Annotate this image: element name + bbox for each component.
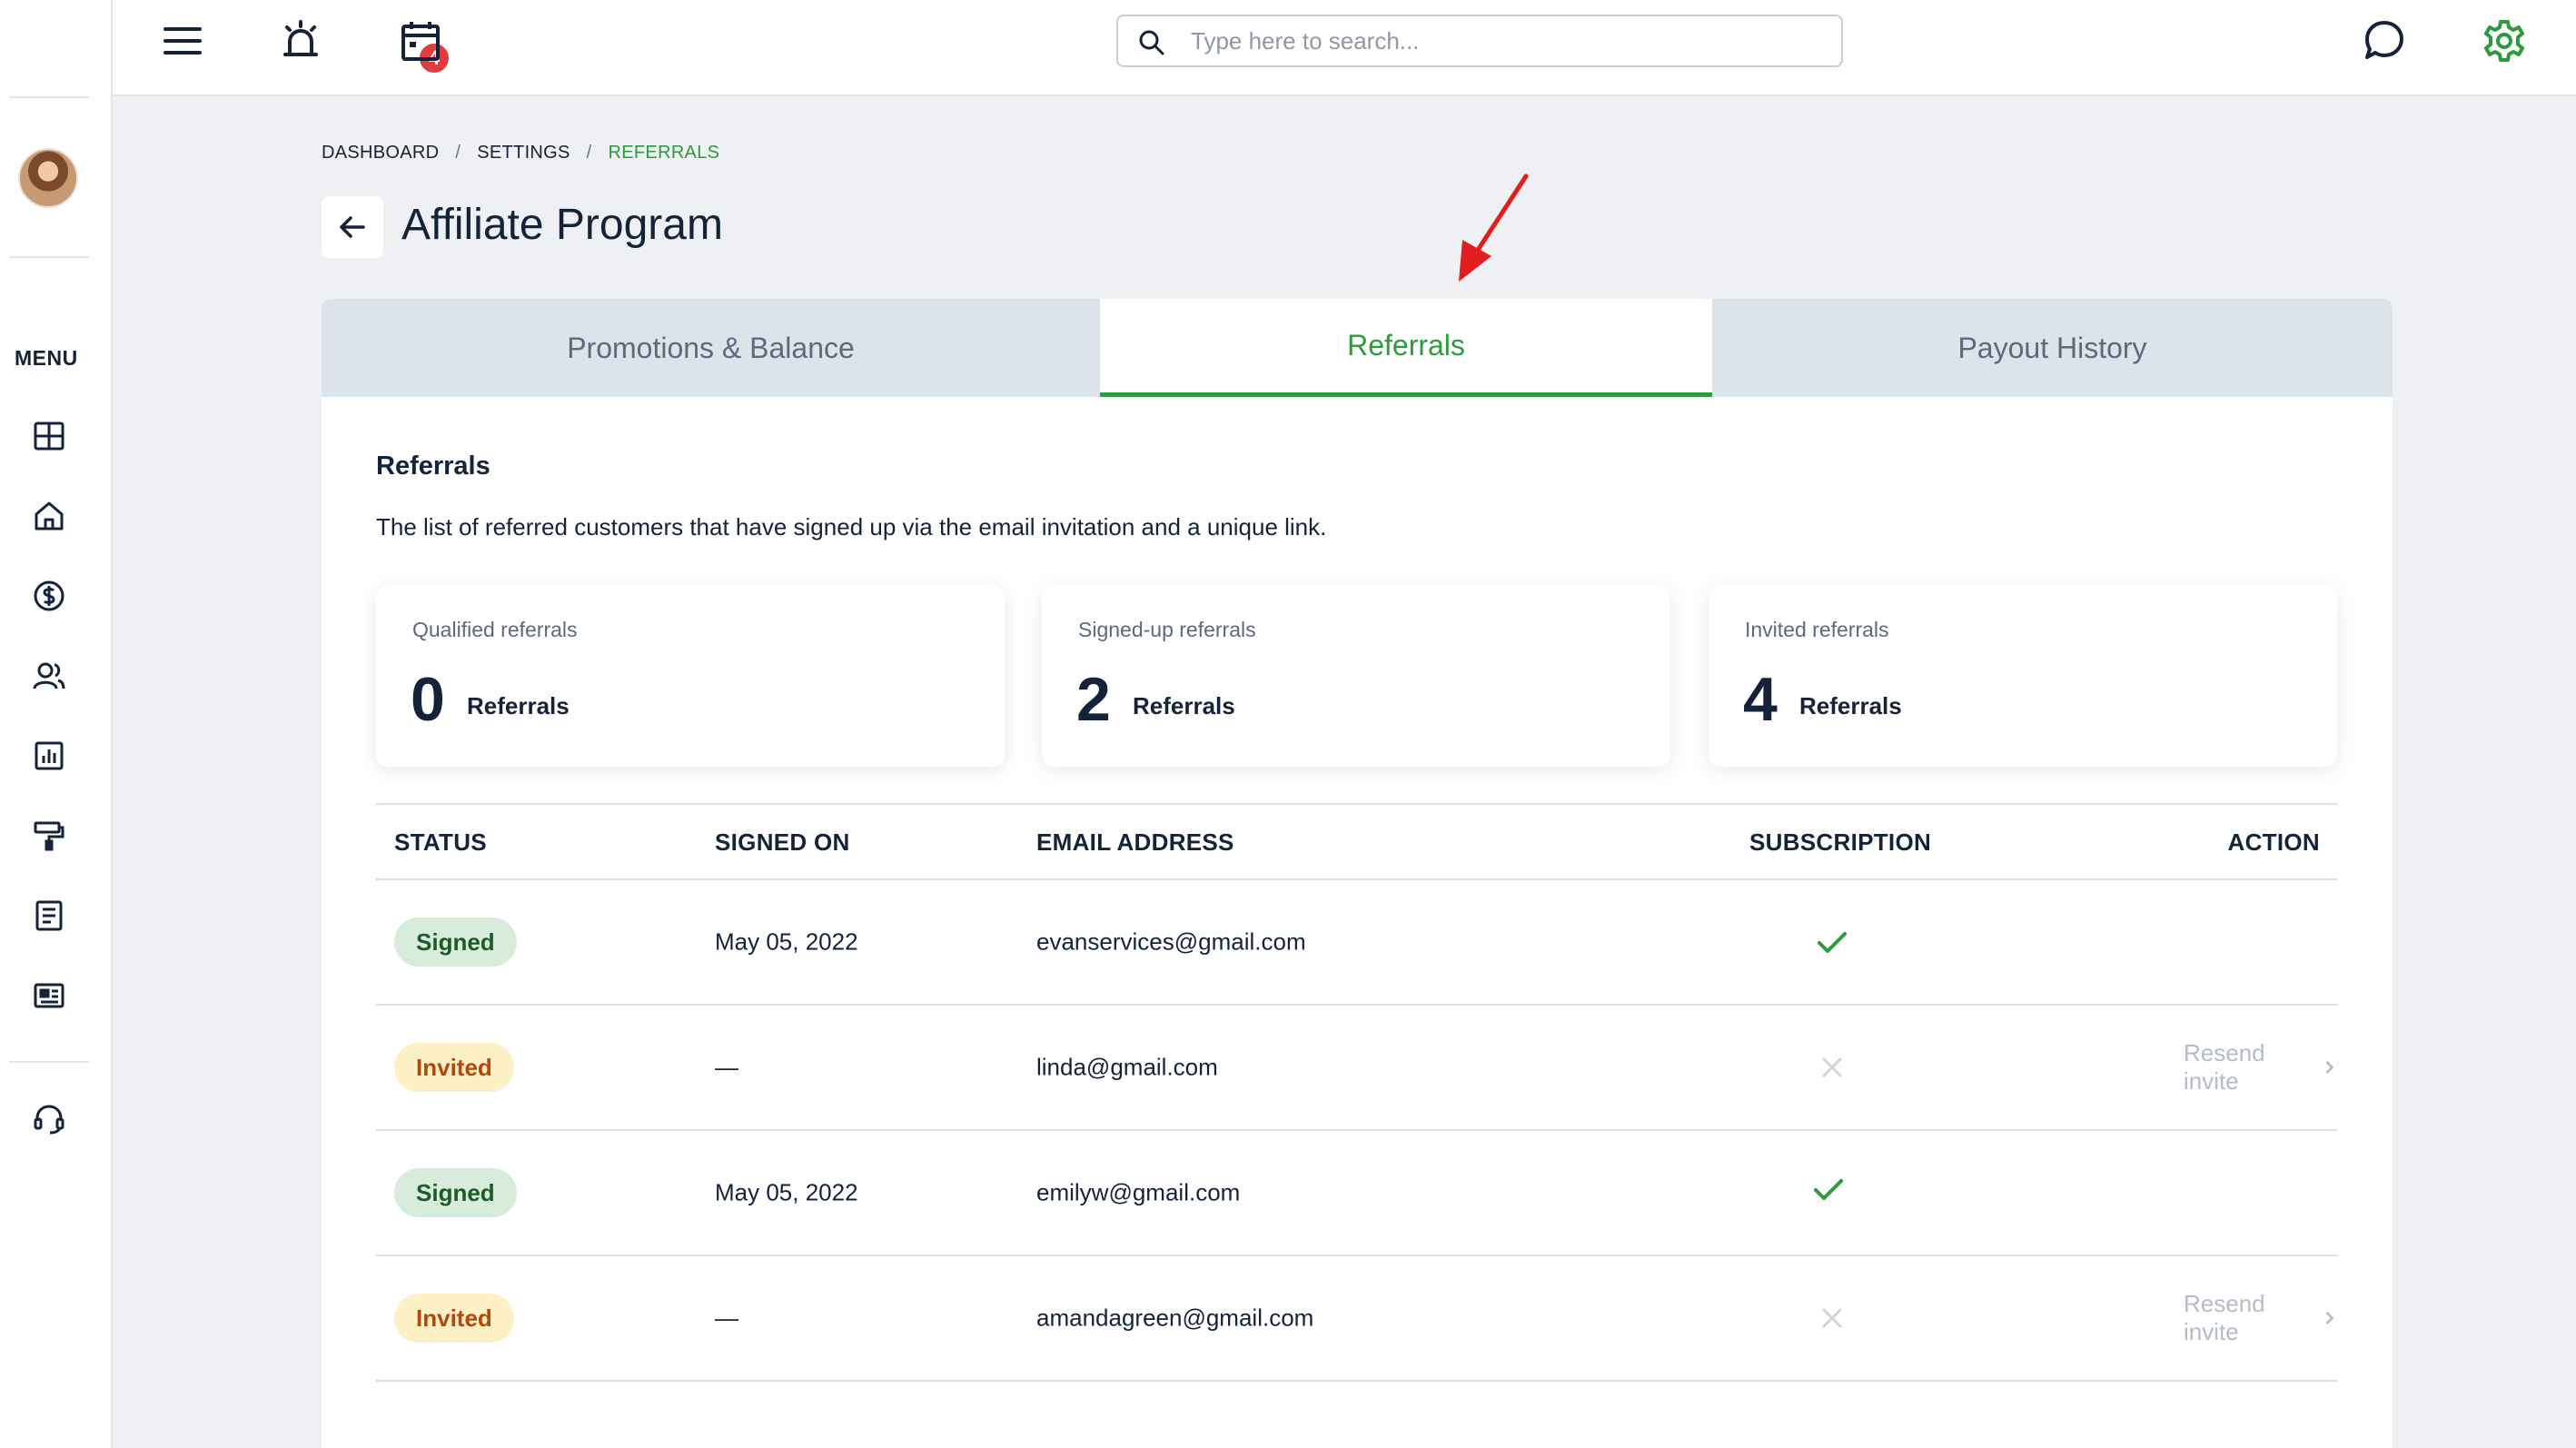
- breadcrumb-item-settings[interactable]: SETTINGS: [477, 143, 570, 164]
- top-bar: 4: [113, 0, 2576, 96]
- search-icon: [1139, 30, 1164, 55]
- referrals-card: Promotions & Balance Referrals Payout Hi…: [322, 299, 2393, 1448]
- table-row: Signed May 05, 2022 evanservices@gmail.c…: [376, 880, 2338, 1006]
- stat-unit: Referrals: [467, 692, 570, 719]
- avatar[interactable]: [18, 148, 78, 208]
- close-x-icon: [1822, 1057, 1842, 1077]
- sidebar-divider: [9, 1061, 89, 1063]
- column-header-subscription: SUBSCRIPTION: [1749, 828, 1932, 856]
- sidebar: MENU: [0, 0, 113, 1448]
- arrow-left-icon: [340, 216, 365, 238]
- hamburger-menu-icon[interactable]: [160, 18, 205, 64]
- signed-on-cell: May 05, 2022: [715, 1178, 858, 1206]
- tab-payout-history[interactable]: Payout History: [1712, 299, 2393, 397]
- chat-bubble-icon[interactable]: [2362, 18, 2407, 64]
- column-header-signed-on: SIGNED ON: [715, 828, 850, 856]
- resend-invite-label: Resend invite: [2184, 1290, 2265, 1345]
- column-header-status: STATUS: [394, 828, 487, 856]
- menu-label: MENU: [15, 346, 78, 370]
- status-badge: Invited: [394, 1043, 514, 1092]
- section-title: Referrals: [376, 451, 490, 481]
- stat-value: 2: [1076, 665, 1111, 734]
- dashboard-grid-icon[interactable]: [31, 418, 67, 454]
- alarm-bell-icon[interactable]: [278, 18, 323, 64]
- stat-unit: Referrals: [1799, 692, 1902, 719]
- sidebar-divider: [9, 256, 89, 258]
- column-header-email: EMAIL ADDRESS: [1036, 828, 1234, 856]
- resend-invite-link[interactable]: Resend invite: [2184, 1039, 2338, 1096]
- annotation-arrow-icon: [1459, 174, 1529, 282]
- id-card-icon[interactable]: [31, 977, 67, 1014]
- status-badge: Invited: [394, 1294, 514, 1343]
- sidebar-divider: [9, 96, 89, 98]
- resend-invite-link[interactable]: Resend invite: [2184, 1290, 2338, 1346]
- breadcrumb-separator: /: [455, 143, 461, 163]
- tab-referrals[interactable]: Referrals: [1100, 299, 1712, 397]
- dollar-icon[interactable]: [31, 578, 67, 614]
- paint-roller-icon[interactable]: [31, 818, 67, 854]
- breadcrumb-item-referrals: REFERRALS: [608, 143, 720, 163]
- close-x-icon: [1822, 1308, 1842, 1328]
- signed-on-cell: May 05, 2022: [715, 927, 858, 956]
- table-row: Invited — amandagreen@gmail.com Resend i…: [376, 1256, 2338, 1382]
- calendar-icon[interactable]: [398, 18, 443, 64]
- tab-bar: Promotions & Balance Referrals Payout Hi…: [322, 299, 2393, 397]
- headset-icon[interactable]: [31, 1101, 67, 1137]
- back-button[interactable]: [322, 196, 383, 258]
- chevron-right-icon: [2326, 1061, 2334, 1074]
- status-badge: Signed: [394, 1168, 517, 1217]
- email-cell: amandagreen@gmail.com: [1036, 1304, 1314, 1332]
- search-box[interactable]: [1116, 15, 1843, 67]
- settings-gear-icon[interactable]: [2482, 18, 2527, 64]
- stat-value: 0: [411, 665, 445, 734]
- chevron-right-icon: [2326, 1312, 2334, 1324]
- stat-label: Qualified referrals: [412, 618, 578, 641]
- signed-on-cell: —: [715, 1053, 738, 1081]
- users-icon[interactable]: [31, 658, 67, 694]
- stat-label: Signed-up referrals: [1078, 618, 1256, 641]
- status-badge: Signed: [394, 917, 517, 967]
- stat-unit: Referrals: [1133, 692, 1235, 719]
- check-icon: [1818, 932, 1847, 953]
- referrals-table: STATUS SIGNED ON EMAIL ADDRESS SUBSCRIPT…: [376, 803, 2338, 1382]
- breadcrumb: DASHBOARD / SETTINGS / REFERRALS: [322, 143, 719, 164]
- bar-chart-icon[interactable]: [31, 738, 67, 774]
- table-row: Signed May 05, 2022 emilyw@gmail.com: [376, 1131, 2338, 1256]
- stat-value: 4: [1743, 665, 1778, 734]
- home-icon[interactable]: [31, 498, 67, 534]
- section-description: The list of referred customers that have…: [376, 513, 1327, 541]
- stat-card-invited: Invited referrals 4 Referrals: [1709, 585, 2337, 767]
- email-cell: evanservices@gmail.com: [1036, 927, 1306, 956]
- breadcrumb-separator: /: [586, 143, 592, 163]
- page-title: Affiliate Program: [401, 201, 723, 249]
- resend-invite-label: Resend invite: [2184, 1039, 2265, 1095]
- signed-on-cell: —: [715, 1304, 738, 1332]
- stat-card-signed-up: Signed-up referrals 2 Referrals: [1042, 585, 1670, 767]
- stat-card-qualified: Qualified referrals 0 Referrals: [376, 585, 1005, 767]
- check-icon: [1814, 1179, 1843, 1200]
- email-cell: emilyw@gmail.com: [1036, 1178, 1241, 1206]
- search-input[interactable]: [1191, 24, 1818, 58]
- document-icon[interactable]: [31, 898, 67, 934]
- table-header: STATUS SIGNED ON EMAIL ADDRESS SUBSCRIPT…: [376, 803, 2338, 880]
- table-row: Invited — linda@gmail.com Resend invite: [376, 1006, 2338, 1131]
- breadcrumb-item-dashboard[interactable]: DASHBOARD: [322, 143, 439, 164]
- column-header-action: ACTION: [2227, 828, 2320, 856]
- tab-promotions-balance[interactable]: Promotions & Balance: [322, 299, 1100, 397]
- stat-label: Invited referrals: [1745, 618, 1889, 641]
- email-cell: linda@gmail.com: [1036, 1053, 1218, 1081]
